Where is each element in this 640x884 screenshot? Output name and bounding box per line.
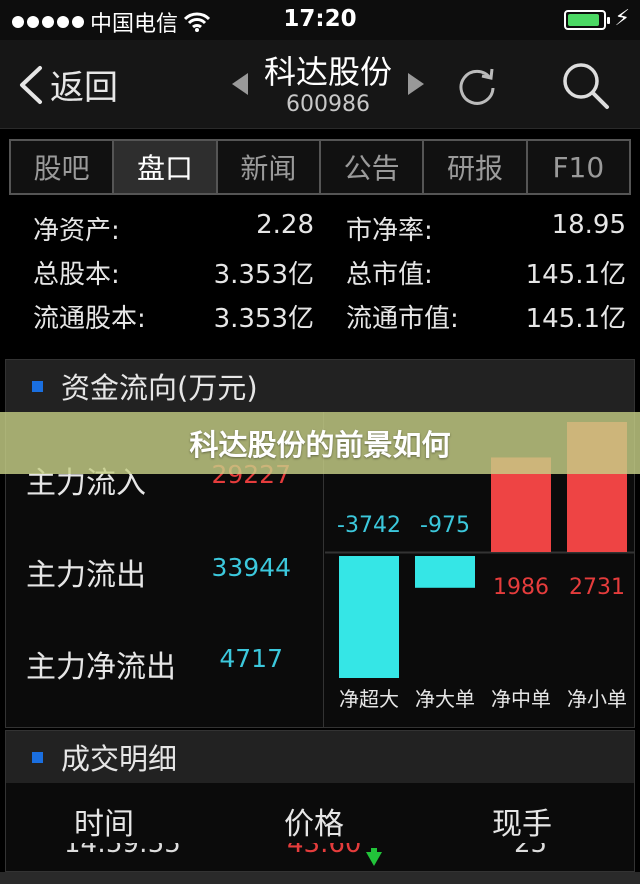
total-shares-value: 3.353亿	[213, 260, 314, 290]
charging-icon: ⚡	[614, 6, 630, 31]
float-shares-value: 3.353亿	[213, 304, 314, 334]
main-net-outflow-label: 主力净流出	[26, 650, 176, 685]
category-label: 净超大	[339, 687, 399, 711]
search-icon[interactable]	[560, 60, 610, 110]
bar-value-label: 2731	[569, 575, 625, 600]
market-cap-label: 总市值:	[346, 260, 433, 290]
main-outflow-label: 主力流出	[26, 558, 146, 593]
back-label: 返回	[50, 68, 118, 108]
down-arrow-icon	[366, 848, 382, 866]
market-cap-value: 145.1亿	[525, 260, 626, 290]
stock-name: 科达股份	[263, 53, 392, 91]
tab-f10[interactable]: F10	[527, 141, 629, 193]
battery-icon	[564, 10, 610, 30]
float-shares-label: 流通股本:	[33, 304, 146, 334]
tab-guba[interactable]: 股吧	[11, 141, 115, 193]
back-button[interactable]: 返回	[16, 60, 118, 109]
chevron-left-icon	[20, 65, 42, 104]
trade-detail-title: 成交明细	[61, 742, 178, 776]
trade-price: 43.60	[287, 843, 362, 859]
bar-value-label: 1986	[493, 575, 549, 600]
bottom-bar	[0, 872, 640, 884]
category-label: 净大单	[415, 687, 475, 711]
bar-value-label: -975	[420, 513, 470, 538]
total-shares-label: 总股本:	[33, 260, 120, 290]
stock-title: 科达股份 600986	[230, 52, 426, 118]
trade-row: 14:59:55 43.60 25	[6, 843, 634, 871]
pb-ratio-label: 市净率:	[346, 216, 433, 246]
tab-announcements[interactable]: 公告	[320, 141, 425, 193]
col-price-header: 价格	[284, 807, 344, 842]
tab-news[interactable]: 新闻	[217, 141, 321, 193]
fund-flow-title: 资金流向(万元)	[61, 371, 258, 405]
trade-detail-header: 成交明细	[6, 731, 634, 783]
trade-time: 14:59:55	[64, 843, 181, 859]
next-stock-button[interactable]	[408, 73, 424, 95]
status-bar: 中国电信 17:20 ⚡	[0, 0, 640, 40]
col-time-header: 时间	[74, 807, 134, 842]
tab-research[interactable]: 研报	[424, 141, 528, 193]
main-outflow-value: 33944	[211, 553, 291, 582]
net-assets-value: 2.28	[256, 210, 314, 240]
bar-净超大	[339, 556, 399, 678]
col-volume-header: 现手	[492, 807, 552, 842]
tab-bar: 股吧 盘口 新闻 公告 研报 F10	[9, 139, 631, 195]
stock-code: 600986	[286, 92, 370, 117]
float-cap-value: 145.1亿	[525, 304, 626, 334]
refresh-icon[interactable]	[456, 64, 498, 106]
trade-volume: 25	[514, 843, 548, 859]
category-label: 净中单	[491, 687, 551, 711]
pb-ratio-value: 18.95	[551, 210, 626, 240]
bar-净大单	[415, 556, 475, 588]
net-assets-label: 净资产:	[33, 216, 120, 246]
trade-detail-panel: 成交明细 时间 价格 现手 14:59:55 43.60 25	[5, 730, 635, 872]
headline-overlay: 科达股份的前景如何	[0, 412, 640, 474]
category-label: 净小单	[567, 687, 627, 711]
bar-value-label: -3742	[337, 513, 401, 538]
section-marker-icon	[32, 380, 43, 392]
main-net-outflow-value: 4717	[219, 644, 283, 673]
fund-flow-header: 资金流向(万元)	[6, 360, 634, 412]
clock: 17:20	[283, 6, 357, 32]
float-cap-label: 流通市值:	[346, 304, 459, 334]
section-marker-icon	[32, 751, 43, 763]
nav-bar: 返回 科达股份 600986	[0, 40, 640, 129]
tab-pankou[interactable]: 盘口	[114, 141, 218, 193]
